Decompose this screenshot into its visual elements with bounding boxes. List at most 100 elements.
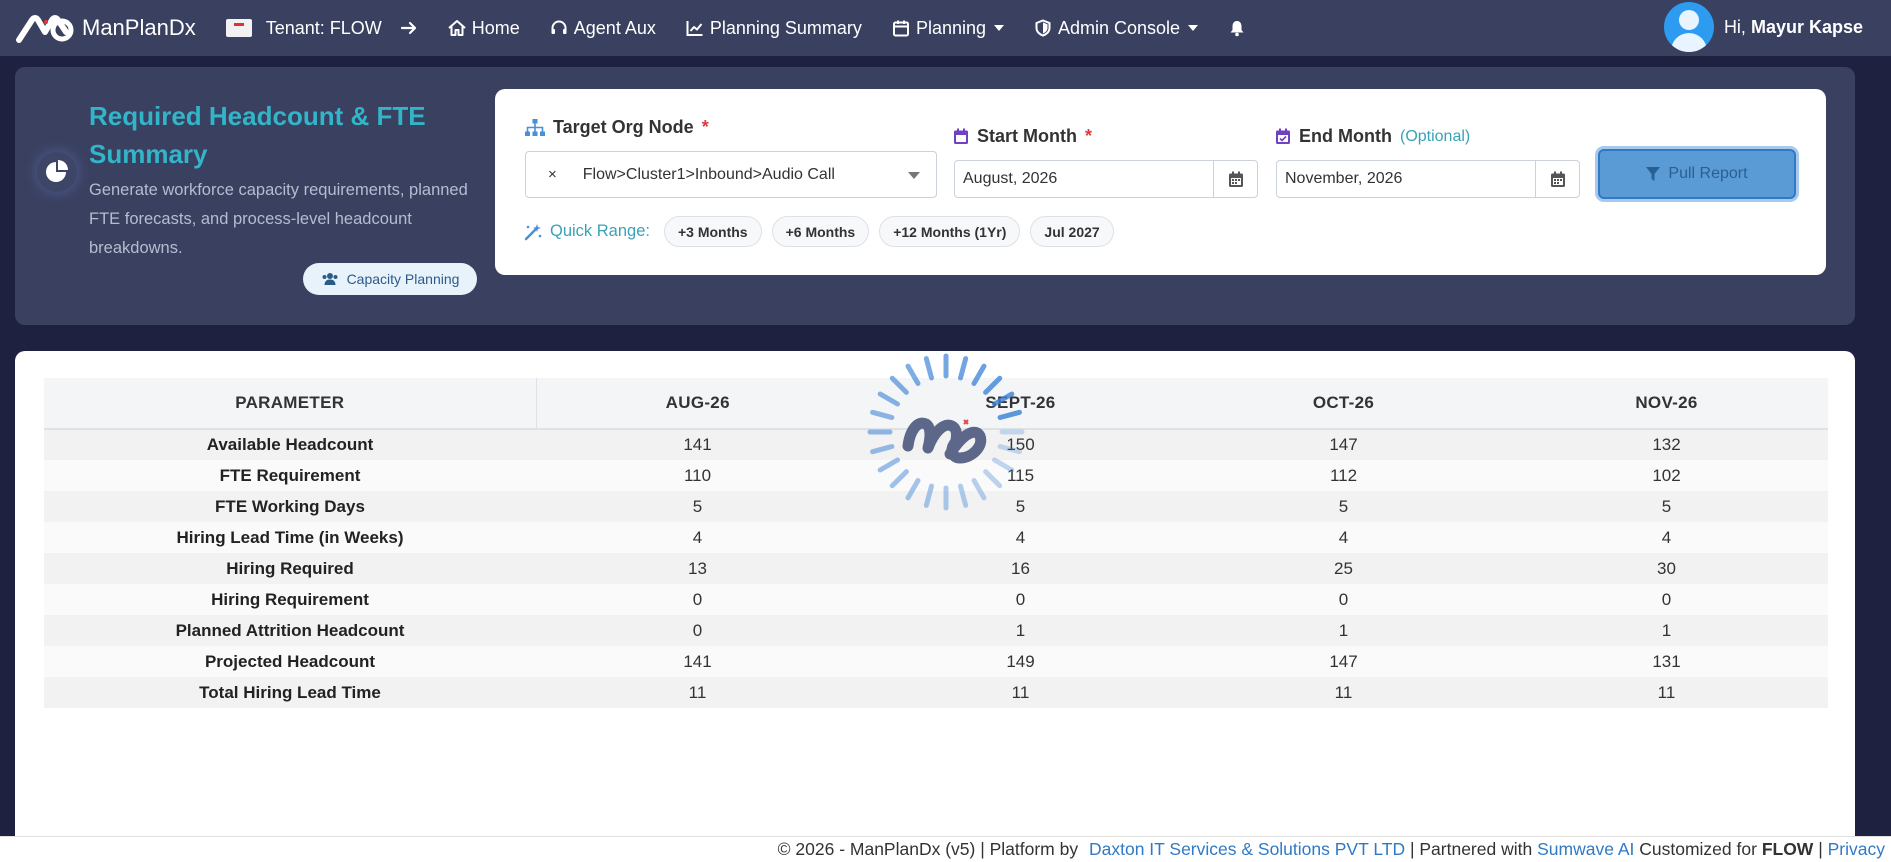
footer-company-link[interactable]: Daxton IT Services & Solutions PVT LTD (1089, 839, 1405, 860)
parameter-name: Hiring Lead Time (in Weeks) (44, 522, 536, 553)
avatar[interactable] (1663, 2, 1714, 52)
chevron-down-icon[interactable] (908, 172, 920, 179)
nav-admin-console-dropdown[interactable]: Admin Console (1034, 17, 1199, 39)
headset-icon (550, 19, 568, 37)
quick-range-jul-2027[interactable]: Jul 2027 (1030, 216, 1114, 247)
calendar-picker-icon[interactable] (1213, 161, 1257, 197)
table-cell: 102 (1505, 460, 1828, 491)
line-chart-icon (686, 19, 704, 37)
table-cell: 13 (536, 553, 859, 584)
table-cell: 25 (1182, 553, 1505, 584)
quick-range-6-months[interactable]: +6 Months (771, 216, 870, 247)
table-cell: 11 (1505, 677, 1828, 708)
brand-name: ManPlanDx (82, 15, 196, 40)
table-cell: 30 (1505, 553, 1828, 584)
start-month-input[interactable]: August, 2026 (954, 160, 1258, 198)
quick-range-3-months[interactable]: +3 Months (663, 216, 762, 247)
parameter-name: Hiring Requirement (44, 584, 536, 615)
loading-spinner-icon (867, 353, 1025, 511)
tenant-logo-icon (225, 19, 252, 37)
quick-range-12-months[interactable]: +12 Months (1Yr) (879, 216, 1021, 247)
table-cell: 4 (1505, 522, 1828, 553)
start-month-value: August, 2026 (963, 170, 1058, 187)
column-header-nov-26[interactable]: NOV-26 (1505, 378, 1828, 429)
required-mark: * (1084, 126, 1092, 146)
end-month-input[interactable]: November, 2026 (1276, 160, 1580, 198)
org-node-label: Target Org Node * (525, 117, 709, 138)
footer-privacy-link[interactable]: Privacy (1828, 839, 1885, 860)
brand-link[interactable]: ManPlanDx (16, 12, 196, 44)
column-header-aug-26[interactable]: AUG-26 (536, 378, 859, 429)
chevron-down-icon (1188, 25, 1199, 31)
nav-agent-aux-label: Agent Aux (573, 17, 656, 38)
table-cell: 0 (1505, 584, 1828, 615)
footer-copyright: © 2026 - ManPlanDx (v5) | Platform by (777, 839, 1079, 859)
nav-planning-label: Planning (915, 17, 986, 38)
org-node-label-text: Target Org Node (553, 117, 694, 137)
column-header-oct-26[interactable]: OCT-26 (1182, 378, 1505, 429)
table-cell: 5 (1505, 491, 1828, 522)
footer-custom-for: FLOW (1761, 839, 1814, 859)
nav-agent-aux[interactable]: Agent Aux (550, 18, 656, 39)
table-cell: 141 (536, 646, 859, 677)
footer-separator: | (1818, 839, 1823, 859)
parameter-name: Available Headcount (44, 428, 536, 460)
table-cell: 4 (1182, 522, 1505, 553)
table-cell: 110 (536, 460, 859, 491)
tenant-label: Tenant: FLOW (265, 17, 382, 38)
notifications-button[interactable] (1228, 19, 1246, 37)
top-navbar: ManPlanDx Tenant: FLOW Home Agent Aux Pl… (0, 0, 1891, 56)
table-cell: 5 (1182, 491, 1505, 522)
nav-admin-console-label: Admin Console (1058, 17, 1181, 38)
nav-planning-summary[interactable]: Planning Summary (686, 18, 862, 39)
column-header-parameter[interactable]: PARAMETER (44, 378, 537, 429)
table-cell: 1 (859, 615, 1182, 646)
table-cell: 5 (536, 491, 859, 522)
arrow-right-icon[interactable] (400, 19, 418, 37)
users-icon (322, 273, 338, 285)
nav-planning-dropdown[interactable]: Planning (892, 18, 1004, 39)
parameter-name: Hiring Required (44, 553, 536, 584)
table-row: Hiring Required 13 16 25 30 (44, 553, 1828, 584)
pull-report-button[interactable]: Pull Report (1598, 149, 1796, 199)
org-node-value: Flow>Cluster1>Inbound>Audio Call (582, 165, 835, 183)
capacity-planning-badge[interactable]: Capacity Planning (303, 263, 477, 295)
calendar-check-icon (1276, 128, 1290, 144)
parameter-name: FTE Requirement (44, 460, 536, 491)
pie-chart-icon (37, 152, 77, 192)
start-month-label-text: Start Month (977, 126, 1077, 146)
tenant-selector[interactable]: Tenant: FLOW (225, 17, 418, 39)
page-footer: © 2026 - ManPlanDx (v5) | Platform by Da… (0, 836, 1891, 862)
quick-range-label-text: Quick Range: (550, 222, 650, 240)
end-month-label: End Month (Optional) (1275, 126, 1470, 147)
user-greeting: Hi, Mayur Kapse (1724, 17, 1863, 38)
calendar-icon (954, 128, 968, 144)
clear-selection-button[interactable]: × (548, 166, 557, 183)
org-node-select[interactable]: × Flow>Cluster1>Inbound>Audio Call (525, 151, 937, 198)
table-row: Hiring Lead Time (in Weeks) 4 4 4 4 (44, 522, 1828, 553)
table-cell: 0 (536, 584, 859, 615)
table-cell: 1 (1182, 615, 1505, 646)
home-icon (448, 19, 466, 37)
parameter-name: Planned Attrition Headcount (44, 615, 536, 646)
table-cell: 149 (859, 646, 1182, 677)
required-mark: * (701, 117, 709, 137)
quick-range-label: Quick Range: (524, 222, 650, 241)
table-cell: 112 (1182, 460, 1505, 491)
table-cell: 131 (1505, 646, 1828, 677)
table-cell: 11 (859, 677, 1182, 708)
page-scrollbar[interactable] (1873, 60, 1891, 836)
table-row: Total Hiring Lead Time 11 11 11 11 (44, 677, 1828, 708)
table-row: Projected Headcount 141 149 147 131 (44, 646, 1828, 677)
table-cell: 1 (1505, 615, 1828, 646)
table-cell: 0 (1182, 584, 1505, 615)
bell-icon (1228, 19, 1246, 37)
user-menu[interactable]: Hi, Mayur Kapse (1663, 2, 1863, 52)
nav-home[interactable]: Home (448, 18, 520, 39)
nav-home-label: Home (471, 17, 520, 38)
footer-custom-text: Customized for (1639, 839, 1757, 859)
calendar-picker-icon[interactable] (1535, 161, 1579, 197)
parameter-name: Projected Headcount (44, 646, 536, 677)
footer-partner-link[interactable]: Sumwave AI (1537, 839, 1634, 860)
footer-partner-text: | Partnered with (1409, 839, 1533, 859)
